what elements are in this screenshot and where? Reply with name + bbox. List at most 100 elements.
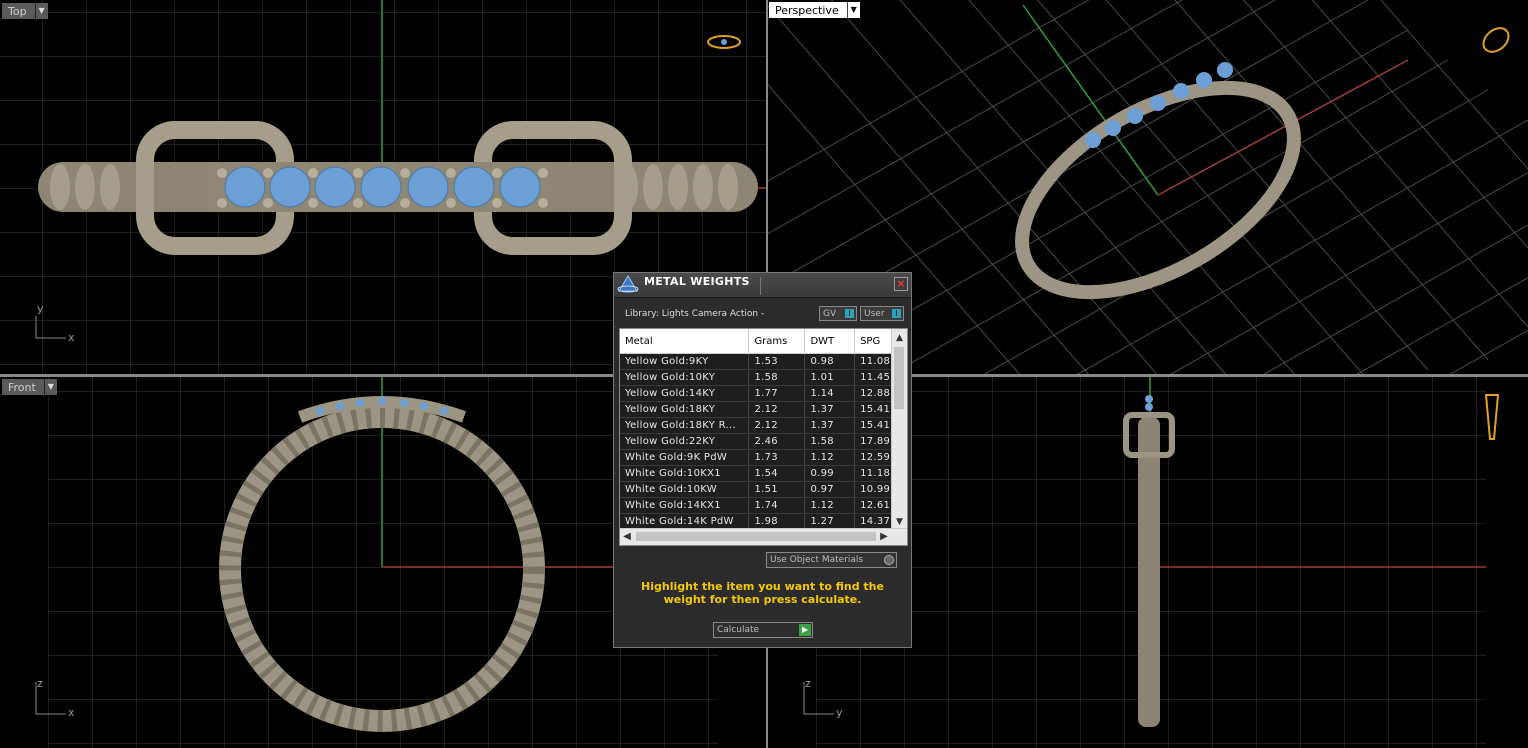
dropdown-arrow-icon[interactable]: ▼	[846, 2, 860, 18]
table-header-row: Metal Grams DWT SPG	[620, 329, 892, 354]
spg-cell: 11.08	[854, 353, 892, 370]
dropdown-arrow-icon[interactable]: ▼	[43, 379, 57, 395]
grams-cell: 1.53	[748, 353, 806, 370]
metal-cell: Yellow Gold:18KY R...	[620, 417, 750, 434]
spg-cell: 15.41	[854, 417, 892, 434]
metal-cell: Yellow Gold:22KY	[620, 433, 750, 450]
dwt-cell: 1.14	[804, 385, 856, 402]
spg-cell: 17.89	[854, 433, 892, 450]
title-separator	[760, 277, 761, 295]
axis-label-z: z	[37, 677, 43, 690]
table-row[interactable]: Yellow Gold:9KY 1.53 0.98 11.08	[620, 353, 892, 370]
scroll-down-icon[interactable]: ▼	[892, 515, 907, 529]
calculate-button[interactable]: Calculate ▶	[713, 622, 813, 638]
dwt-cell: 1.12	[804, 497, 856, 514]
axis-label-x: x	[68, 706, 75, 719]
close-icon: ×	[896, 277, 906, 290]
dwt-cell: 0.97	[804, 481, 856, 498]
vertical-scrollbar[interactable]: ▲ ▼	[891, 329, 907, 529]
viewport-title: Perspective	[769, 2, 847, 18]
column-header-metal[interactable]: Metal	[620, 329, 750, 354]
metal-cell: Yellow Gold:10KY	[620, 369, 750, 386]
gv-toggle[interactable]: GV I	[819, 306, 857, 321]
metal-cell: White Gold:10KX1	[620, 465, 750, 482]
table-row[interactable]: Yellow Gold:22KY 2.46 1.58 17.89	[620, 433, 892, 450]
dialog-title-bar[interactable]: METAL WEIGHTS ×	[614, 273, 911, 298]
dwt-cell: 1.58	[804, 433, 856, 450]
column-header-dwt[interactable]: DWT	[804, 329, 856, 354]
table-row[interactable]: White Gold:10KW 1.51 0.97 10.99	[620, 481, 892, 498]
dwt-cell: 0.98	[804, 353, 856, 370]
metal-table-grid: Metal Grams DWT SPG Yellow Gold:9KY 1.53 0…	[620, 329, 892, 530]
user-toggle[interactable]: User I	[860, 306, 904, 321]
spg-cell: 12.59	[854, 449, 892, 466]
spg-cell: 15.41	[854, 401, 892, 418]
spg-cell: 12.61	[854, 497, 892, 514]
viewport-label-front[interactable]: Front ▼	[2, 379, 57, 395]
metal-table[interactable]: Metal Grams DWT SPG Yellow Gold:9KY 1.53 0…	[619, 328, 908, 546]
spg-cell: 11.18	[854, 465, 892, 482]
toggle-switch-icon: I	[845, 309, 854, 318]
gv-toggle-label: GV	[823, 309, 837, 319]
scroll-up-icon[interactable]: ▲	[892, 331, 907, 345]
column-header-spg[interactable]: SPG	[854, 329, 892, 354]
table-row[interactable]: White Gold:14KX1 1.74 1.12 12.61	[620, 497, 892, 514]
use-object-materials-label: Use Object Materials	[770, 555, 864, 565]
close-button[interactable]: ×	[894, 277, 908, 291]
spg-cell: 11.45	[854, 369, 892, 386]
viewport-title: Front	[2, 379, 44, 395]
metal-cell: Yellow Gold:18KY	[620, 401, 750, 418]
metal-cell: Yellow Gold:9KY	[620, 353, 750, 370]
grams-cell: 1.74	[748, 497, 806, 514]
metal-cell: Yellow Gold:14KY	[620, 385, 750, 402]
column-header-grams[interactable]: Grams	[748, 329, 806, 354]
metal-cell: White Gold:10KW	[620, 481, 750, 498]
viewport-label-top[interactable]: Top ▼	[2, 3, 48, 19]
grams-cell: 1.51	[748, 481, 806, 498]
calculate-label: Calculate	[717, 625, 760, 635]
dropdown-arrow-icon[interactable]: ▼	[34, 3, 48, 19]
table-row[interactable]: Yellow Gold:18KY 2.12 1.37 15.41	[620, 401, 892, 418]
scroll-left-icon[interactable]: ◀	[620, 529, 634, 545]
metal-weights-logo-icon	[617, 275, 639, 293]
axis-label-z: z	[805, 677, 811, 690]
scroll-thumb[interactable]	[636, 532, 876, 541]
scroll-thumb[interactable]	[894, 347, 904, 409]
library-label: Library: Lights Camera Action -	[625, 309, 765, 319]
axis-label-y: y	[37, 302, 44, 315]
table-row[interactable]: Yellow Gold:10KY 1.58 1.01 11.45	[620, 369, 892, 386]
dwt-cell: 1.37	[804, 401, 856, 418]
radio-toggle-icon	[884, 555, 894, 565]
grams-cell: 2.46	[748, 433, 806, 450]
dwt-cell: 0.99	[804, 465, 856, 482]
metal-weights-dialog: METAL WEIGHTS × Library: Lights Camera A…	[613, 272, 912, 648]
table-row[interactable]: Yellow Gold:14KY 1.77 1.14 12.88	[620, 385, 892, 402]
table-row[interactable]: Yellow Gold:18KY R... 2.12 1.37 15.41	[620, 417, 892, 434]
spg-cell: 10.99	[854, 481, 892, 498]
grams-cell: 1.73	[748, 449, 806, 466]
viewport-title: Top	[2, 3, 35, 19]
dialog-title: METAL WEIGHTS	[644, 275, 750, 288]
table-row[interactable]: White Gold:10KX1 1.54 0.99 11.18	[620, 465, 892, 482]
grams-cell: 1.54	[748, 465, 806, 482]
horizontal-scrollbar[interactable]: ◀ ▶	[620, 528, 907, 545]
viewport-label-perspective[interactable]: Perspective ▼	[769, 2, 860, 18]
grams-cell: 1.58	[748, 369, 806, 386]
table-row[interactable]: White Gold:9K PdW 1.73 1.12 12.59	[620, 449, 892, 466]
axis-label-x: x	[68, 331, 75, 344]
instruction-text: Highlight the item you want to find the …	[641, 580, 884, 606]
grams-cell: 2.12	[748, 401, 806, 418]
toggle-switch-icon: I	[892, 309, 901, 318]
axis-label-y: y	[836, 706, 843, 719]
scroll-right-icon[interactable]: ▶	[877, 529, 891, 545]
spg-cell: 12.88	[854, 385, 892, 402]
metal-cell: White Gold:9K PdW	[620, 449, 750, 466]
dwt-cell: 1.12	[804, 449, 856, 466]
metal-cell: White Gold:14KX1	[620, 497, 750, 514]
grams-cell: 1.77	[748, 385, 806, 402]
use-object-materials-toggle[interactable]: Use Object Materials	[766, 552, 897, 568]
dwt-cell: 1.37	[804, 417, 856, 434]
play-arrow-icon: ▶	[799, 624, 811, 636]
metal-table-body: Yellow Gold:9KY 1.53 0.98 11.08 Yellow Gold:…	[620, 353, 892, 530]
dwt-cell: 1.01	[804, 369, 856, 386]
